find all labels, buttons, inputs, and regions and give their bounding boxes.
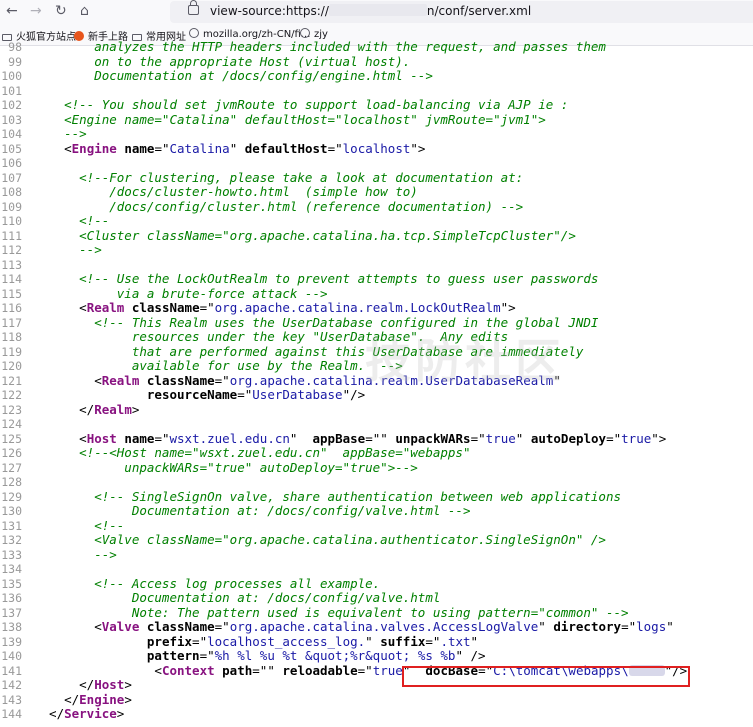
line-number: 127 xyxy=(1,460,22,475)
line-number: 102 xyxy=(1,98,22,112)
line-number: 105 xyxy=(1,141,22,156)
url-redacted xyxy=(328,4,427,16)
line-number: 115 xyxy=(1,286,22,301)
line-number: 103 xyxy=(1,112,22,127)
source-line: <!--<Host name="wsxt.zuel.edu.cn" appBas… xyxy=(34,445,471,460)
line-number: 132 xyxy=(1,533,22,547)
source-line: </Realm> xyxy=(34,401,140,417)
source-line: --> xyxy=(34,242,102,257)
browser-toolbar: ← → ↻ ⌂ view-source:https:// n/conf/serve… xyxy=(0,0,753,24)
line-number: 120 xyxy=(1,359,22,373)
source-line: Documentation at /docs/config/engine.htm… xyxy=(34,68,433,83)
forward-arrow-icon[interactable]: → xyxy=(30,3,42,19)
line-number: 110 xyxy=(1,214,22,228)
source-line: <!-- You should set jvmRoute to support … xyxy=(34,97,569,112)
line-number: 122 xyxy=(1,388,22,402)
lock-icon[interactable] xyxy=(188,0,199,15)
line-number: 108 xyxy=(1,185,22,199)
source-line: </Host> xyxy=(34,677,132,692)
line-number: 119 xyxy=(1,344,22,359)
globe-icon xyxy=(300,28,310,38)
source-line: <Engine name="Catalina" defaultHost="loc… xyxy=(34,111,546,127)
line-number: 142 xyxy=(1,678,22,692)
source-line: via a brute-force attack --> xyxy=(34,285,328,301)
source-line: <!--For clustering, please take a look a… xyxy=(34,169,524,185)
line-number: 100 xyxy=(1,69,22,83)
line-number: 131 xyxy=(1,518,22,533)
source-line: <!-- Access log processes all example. xyxy=(34,575,381,591)
line-number: 144 xyxy=(1,707,22,721)
line-number: 139 xyxy=(1,634,22,649)
line-number: 109 xyxy=(1,199,22,214)
line-number: 141 xyxy=(1,663,22,678)
source-line: --> xyxy=(34,546,117,562)
line-number: 116 xyxy=(1,301,22,315)
line-number: 112 xyxy=(1,243,22,257)
source-line: Documentation at: /docs/config/valve.htm… xyxy=(34,503,471,518)
source-line: <!-- SingleSignOn valve, share authentic… xyxy=(34,488,621,504)
source-line: <Cluster className="org.apache.catalina.… xyxy=(34,227,576,243)
line-number: 126 xyxy=(1,446,22,460)
source-line: <Valve className="org.apache.catalina.au… xyxy=(34,532,606,547)
source-line: Documentation at: /docs/config/valve.htm… xyxy=(34,590,441,605)
line-number: 101 xyxy=(1,83,22,98)
source-line: <Host name="wsxt.zuel.edu.cn" appBase=""… xyxy=(34,430,667,446)
source-line: analyzes the HTTP headers included with … xyxy=(34,39,606,54)
source-line: <Engine name="Catalina" defaultHost="loc… xyxy=(34,140,426,156)
line-number: 107 xyxy=(1,170,22,185)
source-line: <Realm className="org.apache.catalina.re… xyxy=(34,300,516,315)
source-line: pattern="%h %l %u %t &quot;%r&quot; %s %… xyxy=(146,648,486,663)
source-line: <Valve className="org.apache.catalina.va… xyxy=(34,619,674,634)
line-number: 125 xyxy=(1,431,22,446)
source-line: </Engine> xyxy=(34,691,132,707)
url-prefix: view-source:https:// xyxy=(210,4,329,18)
line-number: 121 xyxy=(1,373,22,388)
home-icon[interactable]: ⌂ xyxy=(80,3,89,19)
line-number: 106 xyxy=(1,156,22,170)
source-line: unpackWARs="true" autoDeploy="true">--> xyxy=(34,459,418,475)
line-number: 138 xyxy=(1,620,22,634)
line-number: 140 xyxy=(1,649,22,663)
source-line: prefix="localhost_access_log." suffix=".… xyxy=(146,633,479,649)
source-line: available for use by the Realm. --> xyxy=(34,358,403,373)
line-number: 123 xyxy=(1,402,22,417)
url-suffix: n/conf/server.xml xyxy=(426,4,532,18)
line-number: 136 xyxy=(1,591,22,605)
line-number: 118 xyxy=(1,330,22,344)
source-line: <!-- xyxy=(34,517,125,533)
source-line: <!-- Use the LockOutRealm to prevent att… xyxy=(34,271,599,286)
line-number: 135 xyxy=(1,576,22,591)
back-arrow-icon[interactable]: ← xyxy=(6,3,18,19)
line-number: 130 xyxy=(1,504,22,518)
source-line: <!-- xyxy=(34,213,110,228)
watermark: 技防社区 xyxy=(365,334,565,388)
line-number: 104 xyxy=(1,127,22,141)
line-number: 99 xyxy=(8,54,22,69)
source-line: /docs/cluster-howto.html (simple how to) xyxy=(34,184,418,199)
globe-icon xyxy=(189,28,199,38)
line-number: 113 xyxy=(1,257,22,272)
source-line: Note: The pattern used is equivalent to … xyxy=(34,604,629,620)
line-number: 134 xyxy=(1,562,22,576)
line-number: 128 xyxy=(1,475,22,489)
line-number: 133 xyxy=(1,547,22,562)
source-line: --> xyxy=(34,126,87,141)
line-number: 124 xyxy=(1,417,22,431)
line-number: 117 xyxy=(1,315,22,330)
source-line: resourceName="UserDatabase"/> xyxy=(146,387,366,402)
url-bar[interactable]: view-source:https:// n/conf/server.xml xyxy=(170,0,753,23)
line-number: 129 xyxy=(1,489,22,504)
docbase-highlight-box xyxy=(402,666,690,687)
line-number: 111 xyxy=(1,228,22,243)
source-line: /docs/config/cluster.html (reference doc… xyxy=(34,198,524,214)
line-number: 98 xyxy=(8,40,22,54)
source-line: </Service> xyxy=(34,706,125,721)
url-text[interactable]: view-source:https:// n/conf/server.xml xyxy=(210,4,531,18)
line-number: 137 xyxy=(1,605,22,620)
line-number: 114 xyxy=(1,272,22,286)
reload-icon[interactable]: ↻ xyxy=(55,3,67,19)
source-line: on to the appropriate Host (virtual host… xyxy=(34,53,411,69)
line-number: 143 xyxy=(1,692,22,707)
